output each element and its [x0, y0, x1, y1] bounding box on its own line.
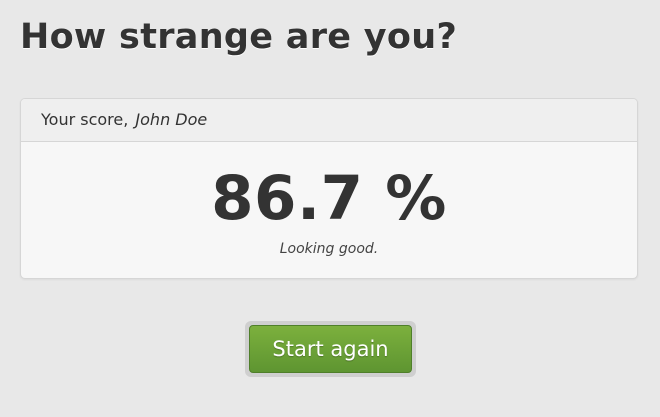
score-panel-body: 86.7 % Looking good. [21, 164, 637, 258]
user-name: John Doe [135, 110, 208, 129]
score-value: 86.7 % [211, 163, 447, 234]
score-comment: Looking good. [279, 241, 379, 257]
start-again-button-frame: Start again [245, 321, 416, 377]
score-header-label: Your score, [41, 110, 129, 129]
score-panel: Your score, John Doe 86.7 % Looking good… [20, 98, 638, 279]
score-panel-header: Your score, John Doe [21, 99, 637, 142]
start-again-button[interactable]: Start again [249, 325, 412, 373]
page-title: How strange are you? [20, 17, 458, 57]
